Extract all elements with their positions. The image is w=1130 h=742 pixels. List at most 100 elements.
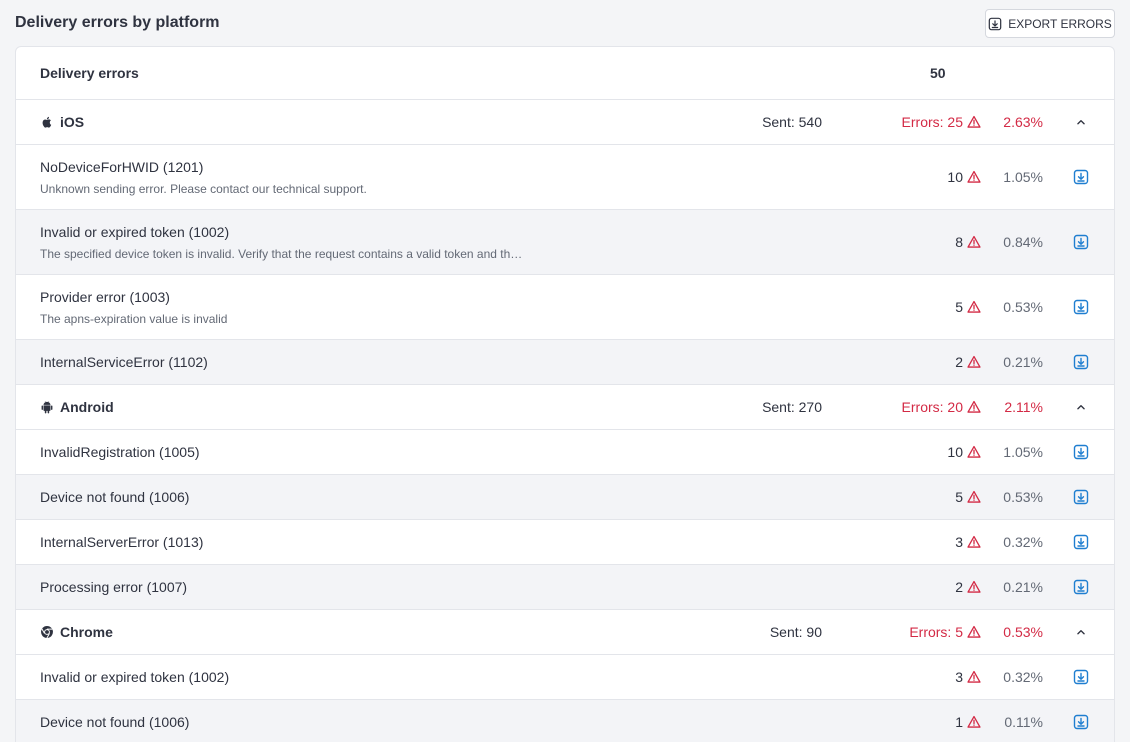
- platform-name: Chrome: [40, 624, 113, 640]
- error-count: 8: [955, 234, 981, 250]
- error-count: 5: [955, 299, 981, 315]
- warning-icon: [967, 490, 981, 503]
- sent-count: Sent: 90: [769, 624, 822, 640]
- error-row: NoDeviceForHWID (1201) Unknown sending e…: [16, 145, 1114, 210]
- warning-icon: [967, 715, 981, 728]
- platform-label: Chrome: [60, 624, 113, 640]
- error-title: Device not found (1006): [40, 489, 190, 505]
- error-percent: 0.32%: [1003, 669, 1043, 685]
- chrome-icon: [41, 626, 53, 639]
- error-count: 2: [955, 579, 981, 595]
- platform-row-ios: iOS Sent: 540 Errors: 25 2.63%: [16, 100, 1114, 145]
- platform-error-percent: 0.53%: [1003, 624, 1043, 640]
- export-errors-button[interactable]: EXPORT ERRORS: [985, 9, 1115, 38]
- summary-label: Delivery errors: [40, 65, 139, 81]
- download-icon[interactable]: [1073, 354, 1089, 370]
- error-title: Invalid or expired token (1002): [40, 224, 230, 240]
- warning-icon: [967, 300, 981, 313]
- error-title: Provider error (1003): [40, 289, 170, 305]
- apple-icon: [42, 116, 52, 128]
- error-row: Processing error (1007) 2 0.21%: [16, 565, 1114, 610]
- error-title: InternalServerError (1013): [40, 534, 204, 550]
- platform-name: Android: [40, 399, 114, 415]
- download-icon[interactable]: [1073, 669, 1089, 685]
- summary-row: Delivery errors 50: [16, 47, 1114, 100]
- errors-total-label: Errors: 5: [909, 624, 963, 640]
- warning-icon: [967, 625, 981, 638]
- download-icon[interactable]: [1073, 579, 1089, 595]
- errors-total-label: Errors: 20: [901, 399, 963, 415]
- error-count-value: 10: [947, 169, 963, 185]
- error-count: 3: [955, 669, 981, 685]
- error-count-value: 3: [955, 669, 963, 685]
- platform-label: Android: [60, 399, 114, 415]
- warning-icon: [967, 580, 981, 593]
- error-count-value: 8: [955, 234, 963, 250]
- platform-error-percent: 2.11%: [1004, 399, 1043, 415]
- errors-total: Errors: 20: [902, 399, 981, 415]
- error-percent: 0.84%: [1003, 234, 1043, 250]
- chevron-up-icon[interactable]: [1074, 400, 1088, 414]
- platform-name: iOS: [40, 114, 84, 130]
- error-title: Invalid or expired token (1002): [40, 669, 230, 685]
- page-title: Delivery errors by platform: [15, 14, 220, 31]
- download-icon[interactable]: [1073, 534, 1089, 550]
- warning-icon: [967, 445, 981, 458]
- error-percent: 0.11%: [1004, 714, 1043, 730]
- error-percent: 0.32%: [1003, 534, 1043, 550]
- delivery-errors-card: Delivery errors 50 iOS Sent: 540 Errors:…: [15, 46, 1115, 742]
- error-count: 2: [955, 354, 981, 370]
- error-row: Device not found (1006) 5 0.53%: [16, 475, 1114, 520]
- error-count-value: 5: [955, 299, 963, 315]
- error-percent: 1.05%: [1003, 444, 1043, 460]
- error-title: NoDeviceForHWID (1201): [40, 159, 204, 175]
- error-title: InternalServiceError (1102): [40, 354, 208, 370]
- error-row: Provider error (1003) The apns-expiratio…: [16, 275, 1114, 340]
- error-description: The apns-expiration value is invalid: [40, 312, 228, 326]
- error-row: InternalServiceError (1102) 2 0.21%: [16, 340, 1114, 385]
- download-icon[interactable]: [1073, 714, 1089, 730]
- error-count: 1: [955, 714, 981, 730]
- chevron-up-icon[interactable]: [1074, 115, 1088, 129]
- error-row: Invalid or expired token (1002) 3 0.32%: [16, 655, 1114, 700]
- download-icon[interactable]: [1073, 444, 1089, 460]
- warning-icon: [967, 170, 981, 183]
- export-errors-label: EXPORT ERRORS: [1008, 16, 1112, 31]
- error-count-value: 5: [955, 489, 963, 505]
- warning-icon: [967, 400, 981, 413]
- error-count-value: 2: [955, 354, 963, 370]
- download-icon[interactable]: [1073, 234, 1089, 250]
- error-row: Invalid or expired token (1002) The spec…: [16, 210, 1114, 275]
- error-title: InvalidRegistration (1005): [40, 444, 200, 460]
- error-count: 3: [955, 534, 981, 550]
- error-row: InternalServerError (1013) 3 0.32%: [16, 520, 1114, 565]
- error-percent: 0.21%: [1003, 579, 1043, 595]
- errors-total: Errors: 25: [902, 114, 981, 130]
- chevron-up-icon[interactable]: [1074, 625, 1088, 639]
- download-icon[interactable]: [1073, 169, 1089, 185]
- error-percent: 1.05%: [1003, 169, 1043, 185]
- error-count: 10: [947, 444, 981, 460]
- error-count-value: 10: [947, 444, 963, 460]
- error-count-value: 1: [955, 714, 963, 730]
- download-icon: [988, 17, 1002, 30]
- error-count-value: 3: [955, 534, 963, 550]
- download-icon[interactable]: [1073, 299, 1089, 315]
- page-header: Delivery errors by platform EXPORT ERROR…: [0, 0, 1130, 46]
- sent-count: Sent: 270: [762, 399, 822, 415]
- platform-error-percent: 2.63%: [1003, 114, 1043, 130]
- error-percent: 0.53%: [1003, 489, 1043, 505]
- error-description: The specified device token is invalid. V…: [40, 247, 523, 261]
- warning-icon: [967, 355, 981, 368]
- android-icon: [41, 401, 53, 414]
- download-icon[interactable]: [1073, 489, 1089, 505]
- error-percent: 0.21%: [1003, 354, 1043, 370]
- errors-total: Errors: 5: [909, 624, 981, 640]
- error-description: Unknown sending error. Please contact ou…: [40, 182, 367, 196]
- errors-total-label: Errors: 25: [901, 114, 963, 130]
- warning-icon: [967, 235, 981, 248]
- warning-icon: [967, 670, 981, 683]
- summary-value: 50: [930, 65, 946, 81]
- error-row: InvalidRegistration (1005) 10 1.05%: [16, 430, 1114, 475]
- error-count: 5: [955, 489, 981, 505]
